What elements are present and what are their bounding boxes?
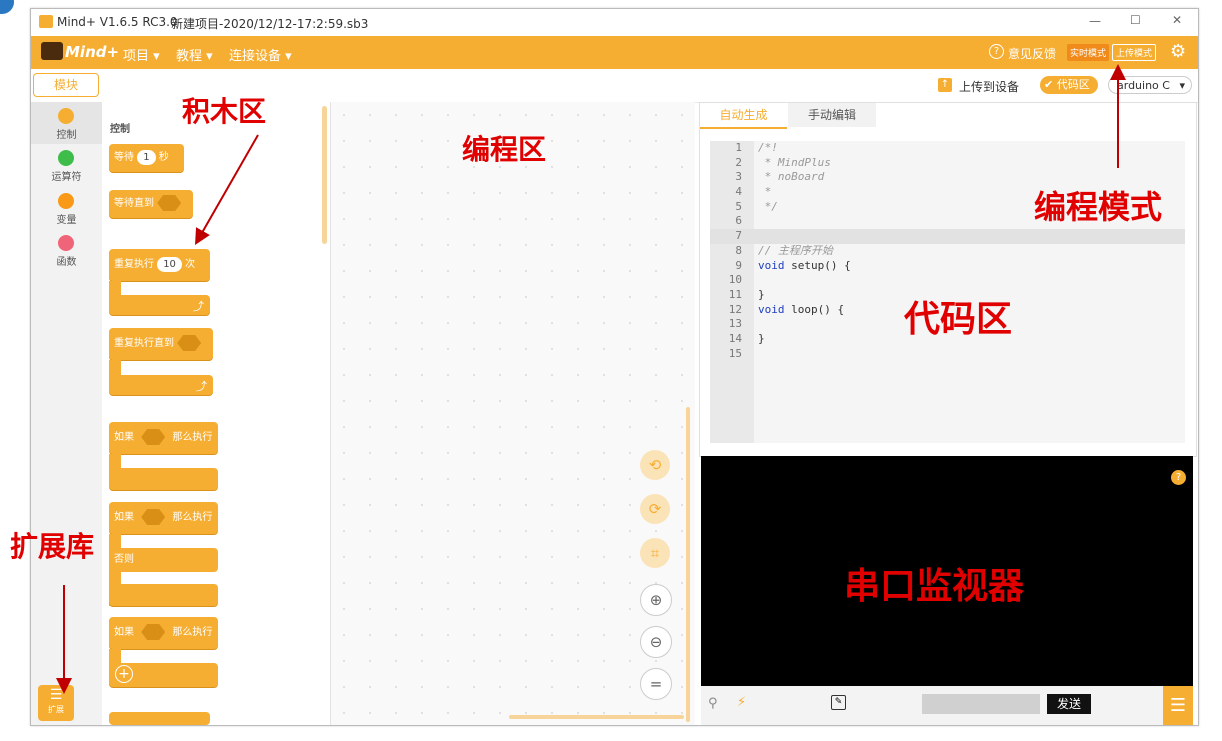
arrow-blocks-area [195,134,259,245]
annotation-arrows [56,64,1126,694]
